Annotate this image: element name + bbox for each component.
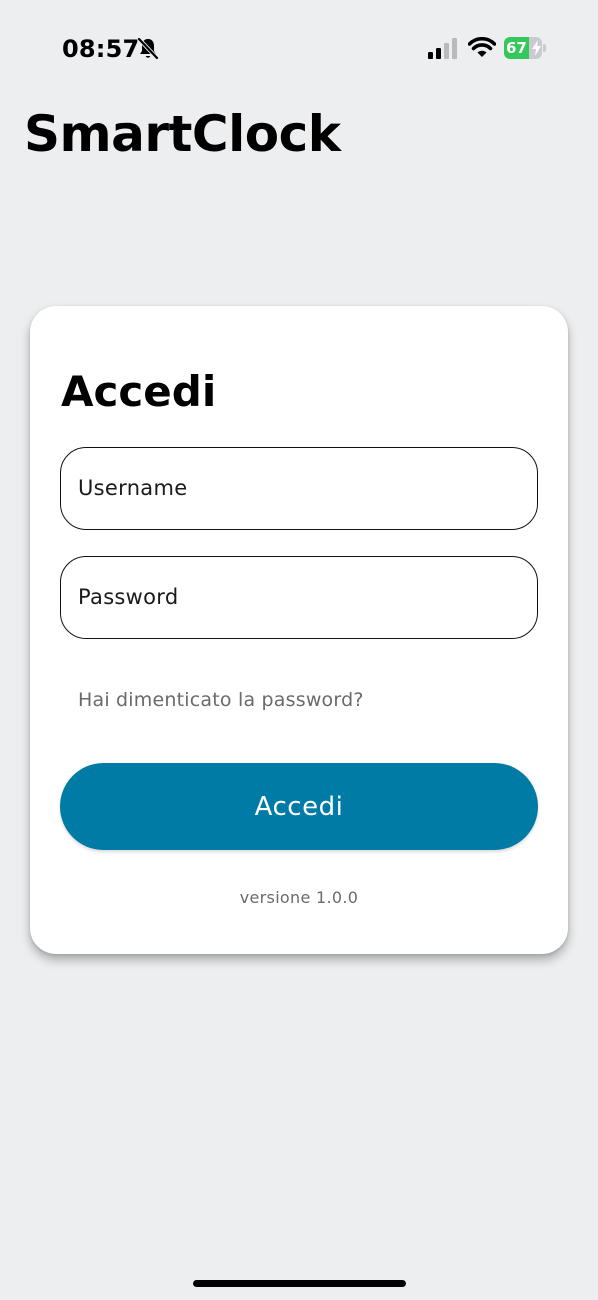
username-input[interactable] bbox=[78, 448, 518, 528]
login-button[interactable]: Accedi bbox=[60, 763, 538, 850]
app-title: SmartClock bbox=[24, 105, 341, 163]
battery-indicator: 67 bbox=[504, 37, 546, 59]
cellular-signal-icon bbox=[428, 38, 457, 59]
battery-body: 67 bbox=[504, 37, 542, 59]
password-input[interactable] bbox=[78, 557, 518, 637]
battery-cap bbox=[543, 44, 546, 52]
status-time: 08:57 bbox=[62, 35, 140, 63]
password-field[interactable] bbox=[60, 556, 538, 639]
status-bar: 08:57 67 bbox=[0, 0, 598, 96]
version-label: versione 1.0.0 bbox=[239, 888, 359, 907]
login-title: Accedi bbox=[61, 367, 217, 416]
bell-slash-icon bbox=[137, 37, 159, 60]
login-card: Accedi Hai dimenticato la password? Acce… bbox=[30, 306, 568, 954]
username-field[interactable] bbox=[60, 447, 538, 530]
forgot-password-link[interactable]: Hai dimenticato la password? bbox=[78, 686, 364, 714]
home-indicator[interactable] bbox=[193, 1280, 406, 1287]
bolt-icon bbox=[532, 40, 541, 56]
wifi-icon bbox=[468, 37, 496, 57]
